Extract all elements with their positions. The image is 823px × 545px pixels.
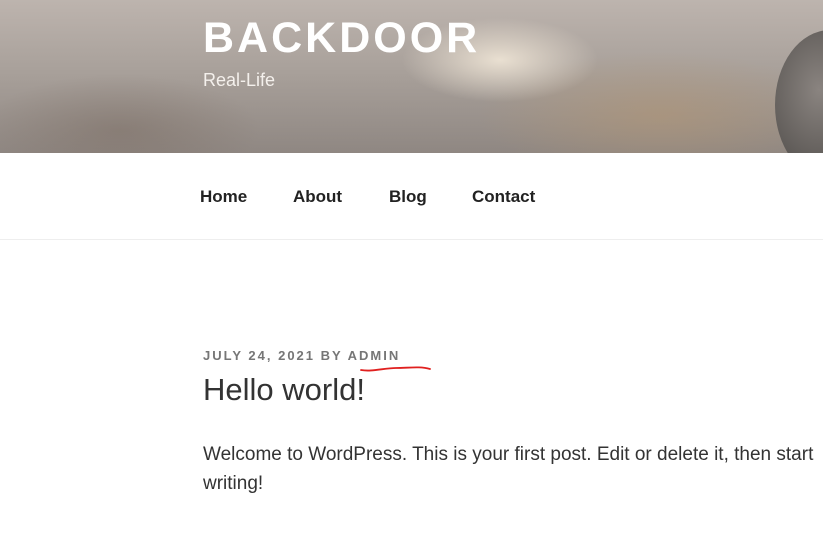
header-background-image [775,30,823,153]
post-meta: JULY 24, 2021 BY ADMIN [203,348,400,363]
nav-item-home[interactable]: Home [200,187,247,207]
post-date[interactable]: JULY 24, 2021 [203,348,315,363]
post-by-label: BY [320,348,343,363]
post-author[interactable]: ADMIN [348,348,401,363]
post-title[interactable]: Hello world! [203,372,365,408]
main-navigation: Home About Blog Contact [0,153,823,240]
site-title[interactable]: BACKDOOR [203,14,480,63]
nav-item-blog[interactable]: Blog [389,187,427,207]
nav-item-about[interactable]: About [293,187,342,207]
post-content: Welcome to WordPress. This is your first… [203,444,814,494]
site-header: BACKDOOR Real-Life [0,0,823,153]
red-underline-annotation [360,366,431,372]
site-description: Real-Life [203,70,276,90]
nav-item-contact[interactable]: Contact [472,187,535,207]
